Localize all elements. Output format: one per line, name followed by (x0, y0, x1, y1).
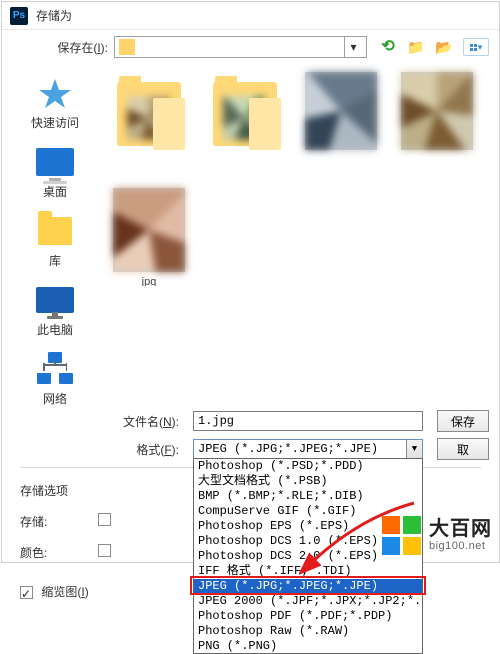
format-option[interactable]: BMP (*.BMP;*.RLE;*.DIB) (194, 489, 422, 504)
sidebar-item-quick-access[interactable]: 快速访问 (20, 76, 90, 131)
thumbnail-label: 缩览图(I) (41, 585, 88, 599)
sidebar-item-label: 库 (49, 252, 61, 269)
libraries-icon (35, 214, 75, 248)
color-checkbox (98, 544, 116, 561)
sidebar-item-label: 快速访问 (31, 114, 79, 131)
chevron-down-icon[interactable]: ▾ (344, 37, 362, 57)
save-in-row: 保存在(I): ▾ ⟲ 📁 📂 (2, 30, 499, 64)
format-option[interactable]: JPEG 2000 (*.JPF;*.JPX;*.JP2;*.J2C;*.J2K… (194, 594, 422, 609)
image-thumb[interactable] (398, 72, 476, 170)
back-icon[interactable]: ⟲ (379, 38, 397, 56)
folder-thumb[interactable] (110, 72, 188, 170)
format-option[interactable]: 大型文档格式 (*.PSB) (194, 474, 422, 489)
sidebar-item-this-pc[interactable]: 此电脑 (20, 283, 90, 338)
store-checkbox[interactable] (98, 513, 116, 530)
format-option[interactable]: Photoshop (*.PSD;*.PDD) (194, 459, 422, 474)
image-thumb[interactable] (302, 72, 380, 170)
filename-label: 文件名(N): (2, 413, 187, 430)
format-dropdown[interactable]: JPEG (*.JPG;*.JPEG;*.JPE) ▼ (193, 439, 423, 459)
sidebar-item-network[interactable]: 网络 (20, 352, 90, 407)
cancel-button[interactable]: 取 (437, 438, 489, 460)
format-option[interactable]: IFF 格式 (*.IFF;*.TDI) (194, 564, 422, 579)
quick-access-icon (35, 76, 75, 110)
folder-toolbar: ⟲ 📁 📂 (379, 38, 489, 56)
color-label: 颜色: (20, 544, 80, 561)
sidebar-item-label: 此电脑 (37, 321, 73, 338)
sidebar-item-label: 网络 (43, 390, 67, 407)
dialog-window: Ps 存储为 保存在(I): ▾ ⟲ 📁 📂 快速访问 (1, 1, 500, 563)
filename-input[interactable] (193, 411, 423, 431)
window-title: 存储为 (36, 7, 72, 24)
places-sidebar: 快速访问 桌面 库 此电脑 网络 (2, 66, 108, 407)
file-browser[interactable]: jpg (108, 66, 499, 407)
save-button[interactable]: 保存 (437, 410, 489, 432)
format-label: 格式(F): (2, 441, 187, 458)
this-pc-icon (35, 283, 75, 317)
folder-up-icon[interactable]: 📁 (407, 38, 425, 56)
thumbnail-checkbox[interactable] (20, 586, 33, 599)
format-row: 格式(F): JPEG (*.JPG;*.JPEG;*.JPE) ▼ Photo… (2, 435, 499, 463)
format-option[interactable]: Photoshop Raw (*.RAW) (194, 624, 422, 639)
folder-thumb[interactable] (206, 72, 284, 170)
format-option[interactable]: PNG (*.PNG) (194, 639, 422, 654)
watermark-url: big100.net (429, 540, 492, 552)
store-label: 存储: (20, 513, 80, 530)
watermark-text: 大百网 (429, 518, 492, 540)
save-in-dropdown[interactable]: ▾ (114, 36, 367, 58)
format-selected: JPEG (*.JPG;*.JPEG;*.JPE) (198, 442, 406, 456)
image-thumb[interactable]: jpg (110, 188, 188, 286)
save-in-label: 保存在(I): (12, 39, 108, 56)
format-options-list[interactable]: Photoshop (*.PSD;*.PDD)大型文档格式 (*.PSB)BMP… (193, 458, 423, 654)
new-folder-icon[interactable]: 📂 (435, 38, 453, 56)
sidebar-item-desktop[interactable]: 桌面 (20, 145, 90, 200)
watermark-logo-icon (382, 516, 421, 555)
chevron-down-icon[interactable]: ▼ (406, 440, 422, 458)
watermark: 大百网 big100.net (382, 516, 492, 555)
photoshop-icon: Ps (10, 7, 28, 25)
network-icon (35, 352, 75, 386)
folder-icon (119, 39, 135, 55)
sidebar-item-libraries[interactable]: 库 (20, 214, 90, 269)
content-area: 快速访问 桌面 库 此电脑 网络 (2, 64, 499, 407)
format-option[interactable]: Photoshop PDF (*.PDF;*.PDP) (194, 609, 422, 624)
filename-row: 文件名(N): 保存 (2, 407, 499, 435)
format-option[interactable]: JPEG (*.JPG;*.JPEG;*.JPE) (194, 579, 422, 594)
thumb-label: jpg (142, 276, 157, 286)
view-mode-icon[interactable] (463, 38, 489, 56)
sidebar-item-label: 桌面 (43, 183, 67, 200)
desktop-icon (35, 145, 75, 179)
title-bar: Ps 存储为 (2, 2, 499, 30)
